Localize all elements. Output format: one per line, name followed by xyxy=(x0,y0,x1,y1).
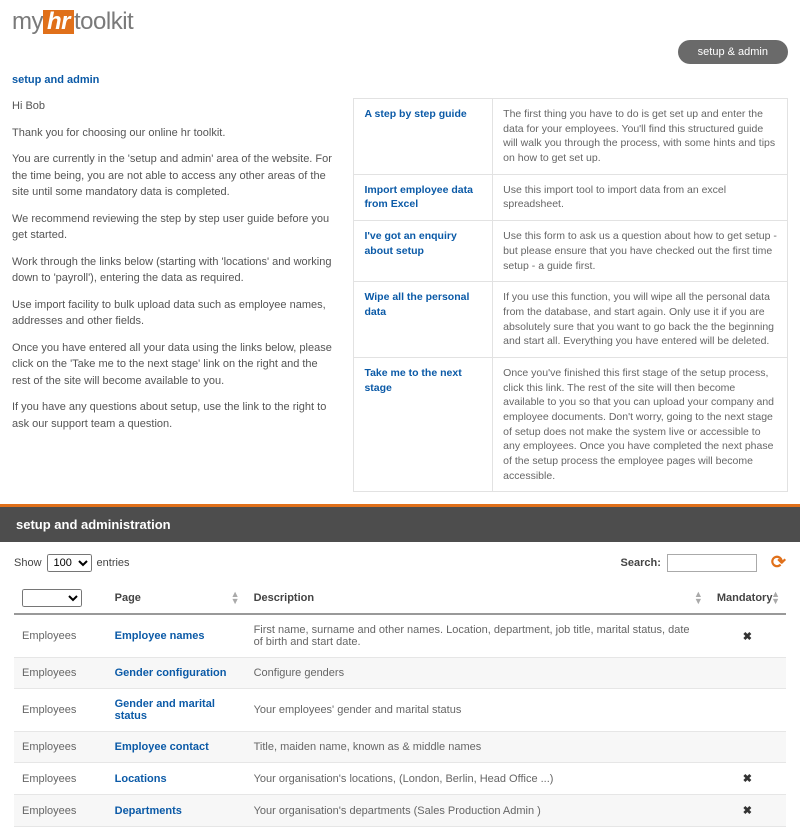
row-mandatory: ✖ xyxy=(709,795,786,827)
row-mandatory xyxy=(709,689,786,732)
row-category: Employees xyxy=(14,689,107,732)
guide-desc: The first thing you have to do is get se… xyxy=(493,99,788,175)
row-description: Title, maiden name, known as & middle na… xyxy=(246,732,709,763)
row-category: Employees xyxy=(14,658,107,689)
row-description: Your organisation's locations, (London, … xyxy=(246,763,709,795)
entries-label: entries xyxy=(97,557,130,569)
table-row: Employees Gender and marital status Your… xyxy=(14,689,786,732)
row-mandatory: ✖ xyxy=(709,763,786,795)
row-description: First name, surname and other names. Loc… xyxy=(246,614,709,658)
guide-desc: If you use this function, you will wipe … xyxy=(493,282,788,358)
logo-part2: hr xyxy=(43,10,74,34)
page-size-select[interactable]: 100 xyxy=(47,554,92,572)
row-category: Employees xyxy=(14,795,107,827)
intro-line: Work through the links below (starting w… xyxy=(12,254,333,287)
column-filter xyxy=(14,583,107,614)
row-mandatory xyxy=(709,732,786,763)
guide-link[interactable]: I've got an enquiry about setup xyxy=(354,221,493,282)
guide-desc: Once you've finished this first stage of… xyxy=(493,357,788,492)
intro-line: If you have any questions about setup, u… xyxy=(12,399,333,432)
table-row: Employees Locations Your organisation's … xyxy=(14,763,786,795)
logo-part1: my xyxy=(12,8,43,35)
table-row: Employees Gender configuration Configure… xyxy=(14,658,786,689)
search-label: Search: xyxy=(621,557,661,569)
guide-table: A step by step guideThe first thing you … xyxy=(353,98,788,492)
section-title: setup and administration xyxy=(0,507,800,542)
row-category: Employees xyxy=(14,763,107,795)
row-description: Configure genders xyxy=(246,658,709,689)
guide-desc: Use this form to ask us a question about… xyxy=(493,221,788,282)
row-page-link[interactable]: Locations xyxy=(107,763,246,795)
search-input[interactable] xyxy=(667,554,757,572)
intro-line: We recommend reviewing the step by step … xyxy=(12,211,333,244)
column-description[interactable]: Description▲▼ xyxy=(246,583,709,614)
guide-link[interactable]: Import employee data from Excel xyxy=(354,174,493,220)
table-row: Employees Departments Your organisation'… xyxy=(14,795,786,827)
row-category: Employees xyxy=(14,732,107,763)
guide-link[interactable]: Take me to the next stage xyxy=(354,357,493,492)
row-mandatory: ✖ xyxy=(709,614,786,658)
intro-line: You are currently in the 'setup and admi… xyxy=(12,151,333,201)
row-page-link[interactable]: Departments xyxy=(107,795,246,827)
row-mandatory xyxy=(709,658,786,689)
sort-icon: ▲▼ xyxy=(231,591,240,605)
setup-admin-button[interactable]: setup & admin xyxy=(678,40,788,64)
guide-link[interactable]: Wipe all the personal data xyxy=(354,282,493,358)
row-description: Your organisation's departments (Sales P… xyxy=(246,795,709,827)
row-page-link[interactable]: Gender and marital status xyxy=(107,689,246,732)
sort-icon: ▲▼ xyxy=(694,591,703,605)
row-page-link[interactable]: Employee contact xyxy=(107,732,246,763)
show-label: Show xyxy=(14,557,42,569)
logo-part3: toolkit xyxy=(74,8,133,35)
intro-line: Once you have entered all your data usin… xyxy=(12,340,333,390)
row-page-link[interactable]: Employee names xyxy=(107,614,246,658)
topbar: setup & admin xyxy=(0,40,800,70)
column-mandatory[interactable]: Mandatory▲▼ xyxy=(709,583,786,614)
category-filter[interactable] xyxy=(22,589,82,607)
breadcrumb: setup and admin xyxy=(0,70,800,98)
data-table: Page▲▼ Description▲▼ Mandatory▲▼ Employe… xyxy=(14,583,786,827)
intro-line: Use import facility to bulk upload data … xyxy=(12,297,333,330)
row-page-link[interactable]: Gender configuration xyxy=(107,658,246,689)
guide-link[interactable]: A step by step guide xyxy=(354,99,493,175)
guide-desc: Use this import tool to import data from… xyxy=(493,174,788,220)
table-row: Employees Employee names First name, sur… xyxy=(14,614,786,658)
row-description: Your employees' gender and marital statu… xyxy=(246,689,709,732)
table-controls: Show 100 entries Search: ⟳ xyxy=(0,542,800,583)
refresh-icon[interactable]: ⟳ xyxy=(771,552,786,573)
row-category: Employees xyxy=(14,614,107,658)
intro-text: Hi Bob Thank you for choosing our online… xyxy=(12,98,353,492)
intro-greeting: Hi Bob xyxy=(12,98,333,115)
table-row: Employees Employee contact Title, maiden… xyxy=(14,732,786,763)
logo: myhrtoolkit xyxy=(0,0,800,40)
intro-line: Thank you for choosing our online hr too… xyxy=(12,125,333,142)
sort-icon: ▲▼ xyxy=(771,591,780,605)
column-page[interactable]: Page▲▼ xyxy=(107,583,246,614)
